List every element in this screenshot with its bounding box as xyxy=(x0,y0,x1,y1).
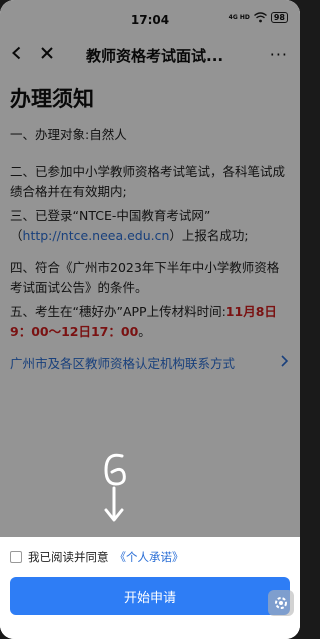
scroll-gesture-hint-icon xyxy=(104,453,126,522)
agreement-text: 我已阅读并同意 xyxy=(28,550,109,564)
agreement-row: 我已阅读并同意 《个人承诺》 xyxy=(10,549,184,565)
floating-settings-icon[interactable] xyxy=(268,590,294,616)
phone-screen: 17:04 4G HD 98 教师资格考试面试... ··· 办理须知 一、办理… xyxy=(0,0,300,639)
agreement-checkbox[interactable] xyxy=(10,551,22,563)
dim-overlay xyxy=(0,0,300,537)
bottom-bar: 我已阅读并同意 《个人承诺》 开始申请 xyxy=(0,537,300,639)
personal-promise-link[interactable]: 《个人承诺》 xyxy=(115,549,184,565)
start-application-button[interactable]: 开始申请 xyxy=(10,577,290,615)
page: 17:04 4G HD 98 教师资格考试面试... ··· 办理须知 一、办理… xyxy=(0,0,300,639)
